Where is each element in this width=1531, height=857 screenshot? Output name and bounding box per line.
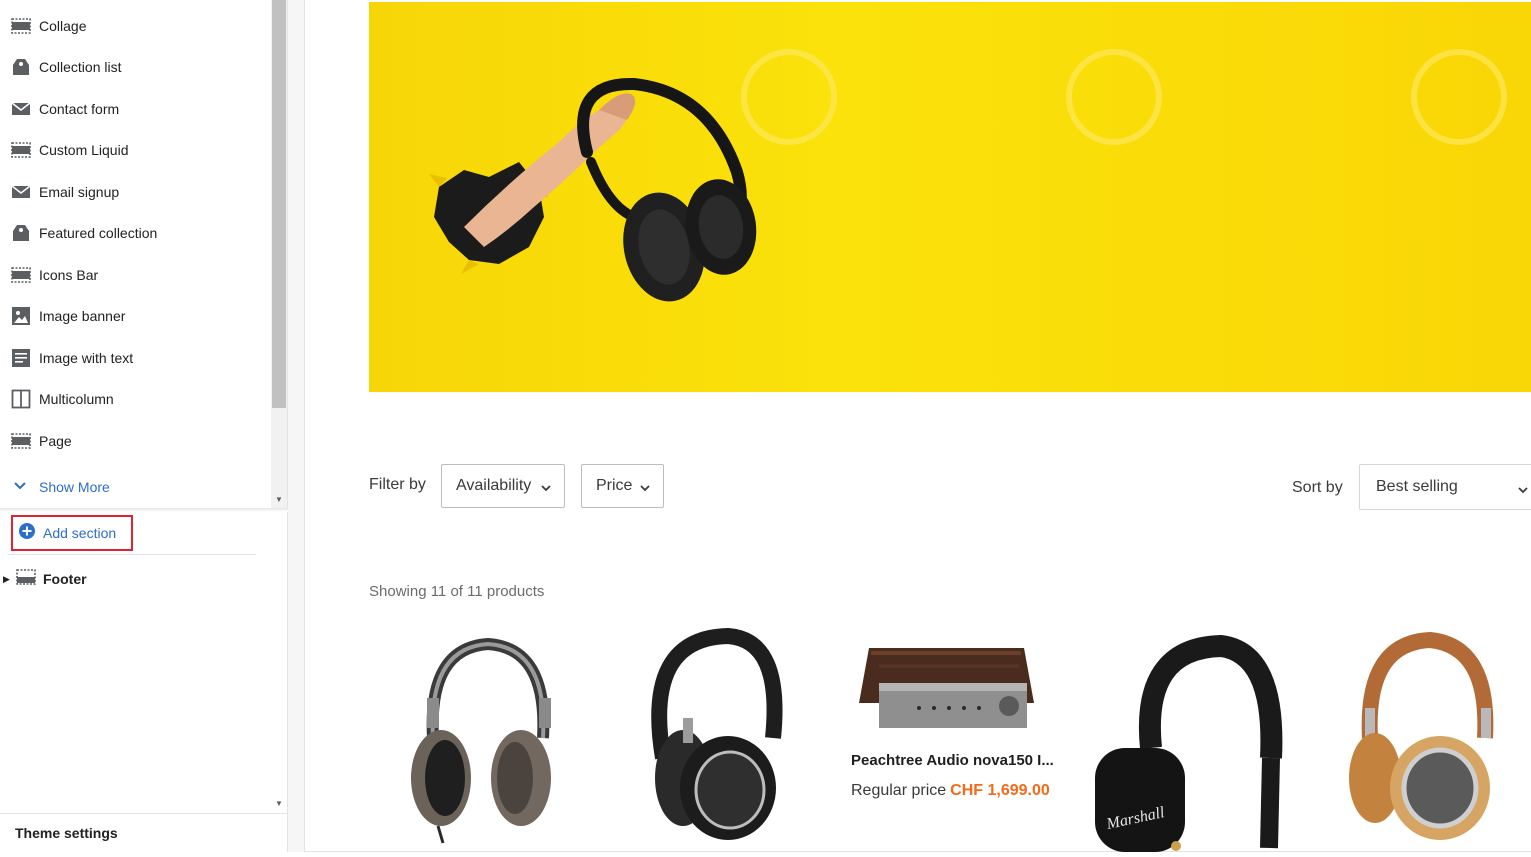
scroll-down-arrow-icon[interactable]: ▼ bbox=[271, 798, 287, 810]
section-item-multicolumn[interactable]: Multicolumn bbox=[0, 381, 271, 417]
section-item-image-with-text[interactable]: Image with text bbox=[0, 340, 271, 376]
add-section-label: Add section bbox=[43, 525, 117, 541]
popover-divider bbox=[0, 508, 288, 512]
chevron-down-icon bbox=[13, 478, 27, 496]
section-item-label: Collection list bbox=[39, 59, 122, 75]
section-item-label: Image with text bbox=[39, 350, 134, 366]
section-item-page[interactable]: Page bbox=[0, 423, 271, 459]
product-image bbox=[411, 637, 551, 844]
section-item-image-banner[interactable]: Image banner bbox=[0, 298, 271, 334]
section-item-custom-liquid[interactable]: Custom Liquid bbox=[0, 132, 271, 168]
layout-icon bbox=[11, 431, 31, 451]
store-preview: Filter by Availability Price Sort by Bes… bbox=[288, 0, 1531, 852]
product-image bbox=[1349, 631, 1494, 840]
theme-editor-sidebar: Collage Collection list Contact form Cus… bbox=[0, 0, 288, 852]
availability-filter-label: Availability bbox=[456, 477, 532, 494]
layout-icon bbox=[11, 265, 31, 285]
price-filter-dropdown[interactable]: Price bbox=[581, 464, 664, 508]
envelope-icon bbox=[11, 182, 31, 202]
divider bbox=[8, 554, 256, 555]
price-label: Regular price bbox=[851, 782, 947, 799]
envelope-icon bbox=[11, 99, 31, 119]
product-image bbox=[651, 627, 783, 840]
section-item-label: Featured collection bbox=[39, 225, 158, 241]
sort-by-label: Sort by bbox=[1292, 479, 1343, 496]
caret-right-icon[interactable]: ▶ bbox=[3, 574, 10, 585]
chevron-down-icon bbox=[540, 480, 552, 498]
filter-by-label: Filter by bbox=[369, 476, 426, 493]
text-block-icon bbox=[11, 348, 31, 368]
layout-icon bbox=[16, 568, 36, 590]
show-more-label: Show More bbox=[39, 479, 110, 495]
product-image: Marshall bbox=[1095, 634, 1283, 852]
chevron-down-icon bbox=[1517, 482, 1529, 500]
product-card[interactable]: Marshall bbox=[1091, 628, 1301, 852]
section-item-label: Custom Liquid bbox=[39, 142, 129, 158]
scroll-down-arrow-icon[interactable]: ▼ bbox=[271, 494, 287, 506]
section-item-label: Contact form bbox=[39, 101, 120, 117]
footer-group[interactable]: ▶ Footer bbox=[0, 566, 271, 592]
footer-label: Footer bbox=[43, 571, 87, 587]
availability-filter-dropdown[interactable]: Availability bbox=[441, 464, 565, 508]
product-title[interactable]: Peachtree Audio nova150 I... bbox=[851, 752, 1054, 769]
product-count: Showing 11 of 11 products bbox=[369, 583, 545, 600]
section-item-label: Collage bbox=[39, 18, 87, 34]
product-card[interactable] bbox=[849, 628, 1059, 852]
section-item-email-signup[interactable]: Email signup bbox=[0, 174, 271, 210]
plus-circle-icon bbox=[18, 522, 36, 545]
section-item-contact-form[interactable]: Contact form bbox=[0, 91, 271, 127]
section-item-label: Icons Bar bbox=[39, 267, 99, 283]
section-item-collage[interactable]: Collage bbox=[0, 8, 271, 44]
section-item-collection-list[interactable]: Collection list bbox=[0, 49, 271, 85]
columns-icon bbox=[11, 389, 31, 409]
sort-by-select[interactable]: Best selling bbox=[1359, 464, 1531, 510]
chevron-down-icon bbox=[639, 480, 651, 498]
section-list: Collage Collection list Contact form Cus… bbox=[0, 0, 271, 508]
theme-settings-button[interactable]: Theme settings bbox=[0, 813, 288, 852]
section-item-featured-collection[interactable]: Featured collection bbox=[0, 215, 271, 251]
show-more-button[interactable]: Show More bbox=[0, 474, 271, 500]
product-image bbox=[859, 648, 1034, 728]
layout-icon bbox=[11, 140, 31, 160]
sort-by-value: Best selling bbox=[1376, 478, 1458, 495]
sidebar-scrollbar[interactable] bbox=[271, 512, 287, 812]
price-filter-label: Price bbox=[596, 477, 633, 494]
tag-icon bbox=[11, 57, 31, 77]
add-section-button[interactable]: Add section bbox=[11, 515, 133, 551]
section-list-scroll-thumb[interactable] bbox=[272, 0, 286, 408]
section-item-label: Image banner bbox=[39, 308, 126, 324]
section-item-label: Page bbox=[39, 433, 72, 449]
section-item-icons-bar[interactable]: Icons Bar bbox=[0, 257, 271, 293]
tag-icon bbox=[11, 223, 31, 243]
headphones-banner-illustration bbox=[429, 49, 1507, 302]
product-card[interactable] bbox=[1335, 628, 1531, 852]
layout-icon bbox=[11, 16, 31, 36]
price-value: CHF 1,699.00 bbox=[950, 782, 1050, 799]
preview-frame: Filter by Availability Price Sort by Bes… bbox=[304, 0, 1531, 852]
section-item-label: Email signup bbox=[39, 184, 120, 200]
section-item-label: Multicolumn bbox=[39, 391, 114, 407]
product-price: Regular price CHF 1,699.00 bbox=[851, 782, 1050, 800]
collection-banner-image bbox=[369, 2, 1531, 392]
product-card[interactable] bbox=[393, 628, 603, 852]
product-card[interactable] bbox=[633, 627, 843, 852]
theme-settings-label: Theme settings bbox=[15, 825, 118, 841]
image-icon bbox=[11, 306, 31, 326]
